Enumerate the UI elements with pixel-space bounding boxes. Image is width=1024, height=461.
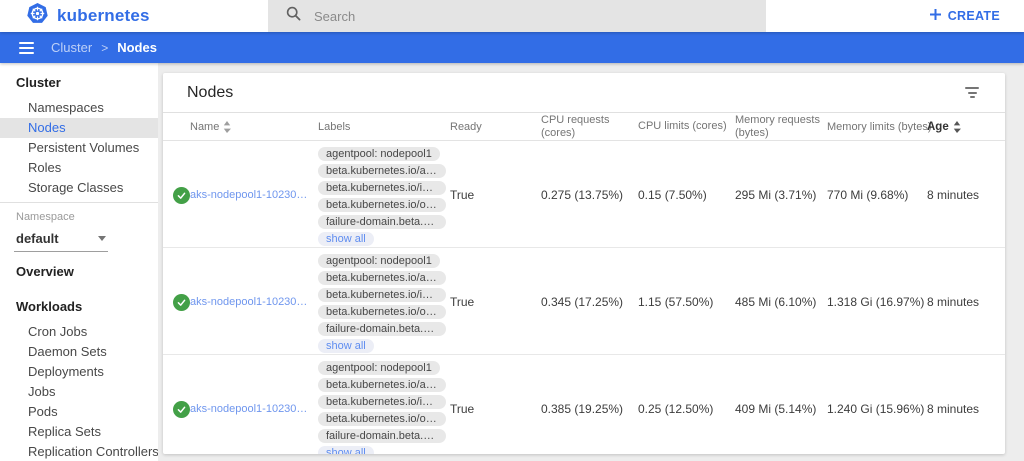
column-header-name[interactable]: Name — [190, 121, 318, 133]
create-button-label: CREATE — [948, 9, 1000, 23]
age-cell: 8 minutes — [927, 295, 995, 309]
logo-area[interactable]: kubernetes — [0, 3, 268, 29]
sidebar-item-namespaces[interactable]: Namespaces — [0, 98, 158, 118]
cpu-requests-cell: 0.385 (19.25%) — [541, 402, 638, 416]
node-name-link[interactable]: aks-nodepool1-10230590-vm... — [190, 189, 318, 201]
sidebar-item-replica-sets[interactable]: Replica Sets — [0, 422, 158, 442]
breadcrumb-bar: Cluster > Nodes — [0, 32, 1024, 63]
label-chip: failure-domain.beta.kubernet... — [318, 429, 446, 443]
sidebar-item-overview[interactable]: Overview — [0, 252, 158, 287]
sidebar-item-roles[interactable]: Roles — [0, 158, 158, 178]
search-input[interactable] — [314, 9, 694, 24]
sort-icon — [223, 121, 231, 133]
column-header-ready: Ready — [450, 121, 541, 133]
label-chip: agentpool: nodepool1 — [318, 361, 440, 375]
table-header-row: Name Labels Ready CPU requests (cores) C… — [163, 113, 1005, 141]
age-cell: 8 minutes — [927, 402, 995, 416]
search-bar[interactable] — [268, 0, 766, 32]
memory-limits-cell: 1.318 Gi (16.97%) — [827, 295, 927, 309]
sidebar-item-nodes[interactable]: Nodes — [0, 118, 158, 138]
label-chip: failure-domain.beta.kubernet... — [318, 322, 446, 336]
page-title: Nodes — [187, 84, 233, 102]
ready-cell: True — [450, 188, 541, 202]
status-ok-icon — [173, 401, 190, 418]
table-row: aks-nodepool1-10230590-vm... agentpool: … — [163, 248, 1005, 355]
column-header-memory-requests: Memory requests (bytes) — [735, 114, 827, 140]
cpu-limits-cell: 1.15 (57.50%) — [638, 295, 735, 309]
sidebar-item-persistent-volumes[interactable]: Persistent Volumes — [0, 138, 158, 158]
label-chip: beta.kubernetes.io/os: linux — [318, 305, 446, 319]
show-all-button[interactable]: show all — [318, 339, 374, 353]
label-chip: beta.kubernetes.io/instance-t... — [318, 395, 446, 409]
label-chip: beta.kubernetes.io/os: linux — [318, 198, 446, 212]
show-all-button[interactable]: show all — [318, 446, 374, 454]
label-chip: agentpool: nodepool1 — [318, 254, 440, 268]
column-header-cpu-limits: CPU limits (cores) — [638, 120, 735, 133]
label-chip: beta.kubernetes.io/instance-t... — [318, 288, 446, 302]
namespace-label: Namespace — [0, 203, 158, 223]
sidebar-item-storage-classes[interactable]: Storage Classes — [0, 178, 158, 198]
table-row: aks-nodepool1-10230590-vm... agentpool: … — [163, 141, 1005, 248]
breadcrumb: Cluster > Nodes — [51, 40, 157, 55]
status-ok-icon — [173, 187, 190, 204]
node-name-link[interactable]: aks-nodepool1-10230590-vm... — [190, 403, 318, 415]
breadcrumb-current-page: Nodes — [117, 40, 157, 55]
column-header-cpu-requests: CPU requests (cores) — [541, 114, 638, 140]
cpu-limits-cell: 0.15 (7.50%) — [638, 188, 735, 202]
sidebar-item-deployments[interactable]: Deployments — [0, 362, 158, 382]
memory-requests-cell: 409 Mi (5.14%) — [735, 402, 827, 416]
sidebar-item-daemon-sets[interactable]: Daemon Sets — [0, 342, 158, 362]
ready-cell: True — [450, 402, 541, 416]
sidebar-nav: Cluster Namespaces Nodes Persistent Volu… — [0, 63, 158, 461]
namespace-selected-value: default — [16, 231, 59, 246]
memory-requests-cell: 295 Mi (3.71%) — [735, 188, 827, 202]
label-chip: beta.kubernetes.io/os: linux — [318, 412, 446, 426]
filter-icon[interactable] — [961, 83, 983, 102]
cpu-limits-cell: 0.25 (12.50%) — [638, 402, 735, 416]
age-cell: 8 minutes — [927, 188, 995, 202]
show-all-button[interactable]: show all — [318, 232, 374, 246]
chevron-down-icon — [98, 236, 106, 241]
cpu-requests-cell: 0.275 (13.75%) — [541, 188, 638, 202]
main-content: Nodes Name Labels Ready CPU requests (co… — [158, 63, 1024, 461]
column-header-memory-limits: Memory limits (bytes) — [827, 121, 927, 133]
sidebar-header-cluster[interactable]: Cluster — [0, 63, 158, 98]
status-ok-icon — [173, 294, 190, 311]
label-chip: beta.kubernetes.io/arch: amd... — [318, 271, 446, 285]
search-icon — [286, 6, 301, 26]
memory-limits-cell: 770 Mi (9.68%) — [827, 188, 927, 202]
column-header-labels: Labels — [318, 121, 450, 133]
kubernetes-logo-icon — [27, 3, 48, 29]
namespace-select[interactable]: default — [14, 227, 108, 252]
cpu-requests-cell: 0.345 (17.25%) — [541, 295, 638, 309]
ready-cell: True — [450, 295, 541, 309]
label-chip: agentpool: nodepool1 — [318, 147, 440, 161]
plus-icon — [929, 8, 942, 24]
nodes-card: Nodes Name Labels Ready CPU requests (co… — [163, 73, 1005, 454]
sidebar-item-jobs[interactable]: Jobs — [0, 382, 158, 402]
column-header-age[interactable]: Age — [927, 121, 995, 133]
breadcrumb-separator: > — [101, 41, 108, 55]
label-chip: beta.kubernetes.io/arch: amd... — [318, 378, 446, 392]
breadcrumb-cluster-link[interactable]: Cluster — [51, 40, 92, 55]
menu-hamburger-icon[interactable] — [19, 42, 34, 54]
label-chip: failure-domain.beta.kubernet... — [318, 215, 446, 229]
create-button[interactable]: CREATE — [929, 8, 1024, 24]
node-name-link[interactable]: aks-nodepool1-10230590-vm... — [190, 296, 318, 308]
memory-requests-cell: 485 Mi (6.10%) — [735, 295, 827, 309]
label-chip: beta.kubernetes.io/instance-t... — [318, 181, 446, 195]
top-app-bar: kubernetes CREATE — [0, 0, 1024, 32]
sort-icon — [953, 121, 961, 133]
table-row: aks-nodepool1-10230590-vm... agentpool: … — [163, 355, 1005, 454]
memory-limits-cell: 1.240 Gi (15.96%) — [827, 402, 927, 416]
label-chip: beta.kubernetes.io/arch: amd... — [318, 164, 446, 178]
sidebar-item-cron-jobs[interactable]: Cron Jobs — [0, 322, 158, 342]
sidebar-header-workloads[interactable]: Workloads — [0, 287, 158, 322]
brand-title: kubernetes — [57, 6, 150, 26]
sidebar-item-pods[interactable]: Pods — [0, 402, 158, 422]
sidebar-item-replication-controllers[interactable]: Replication Controllers — [0, 442, 158, 461]
